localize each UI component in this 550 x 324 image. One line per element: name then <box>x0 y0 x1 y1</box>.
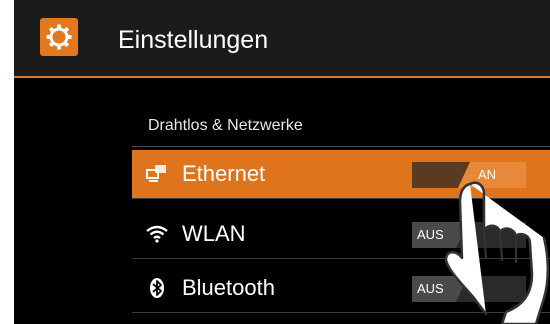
gear-icon[interactable] <box>40 18 78 56</box>
pointing-hand-icon <box>444 178 550 324</box>
wifi-icon <box>146 223 168 245</box>
header-divider <box>14 76 550 78</box>
header-bar: Einstellungen <box>14 0 550 76</box>
setting-label: Bluetooth <box>182 275 275 300</box>
ethernet-icon <box>146 163 168 185</box>
section-divider <box>132 146 550 147</box>
bluetooth-icon <box>146 277 168 299</box>
toggle-state: AUS <box>417 227 444 242</box>
toggle-state: AUS <box>417 281 444 296</box>
page-title: Einstellungen <box>118 26 269 54</box>
setting-label: WLAN <box>182 221 246 246</box>
section-title: Drahtlos & Netzwerke <box>148 117 303 134</box>
setting-label: Ethernet <box>182 161 266 186</box>
